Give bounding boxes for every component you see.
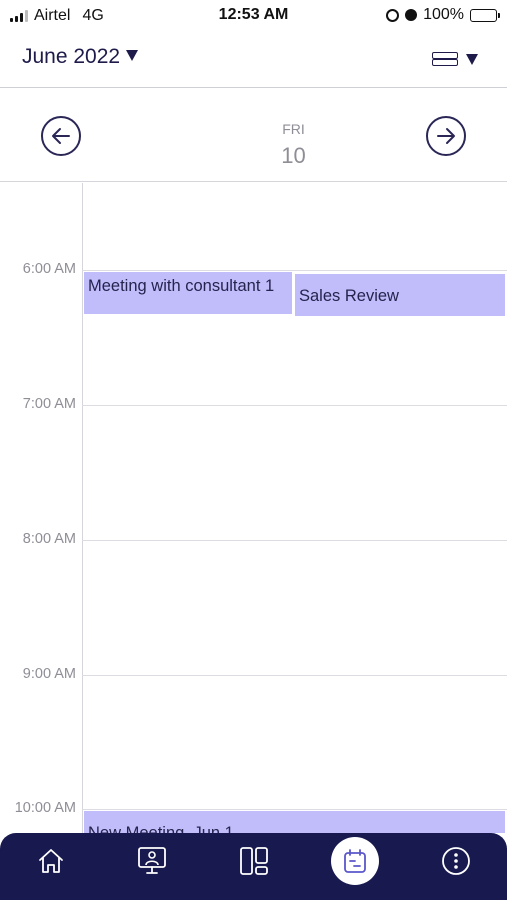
caret-down-icon[interactable] [126, 50, 138, 61]
calendar-icon [344, 849, 366, 873]
status-bar: Airtel 4G 12:53 AM 100% [0, 0, 507, 30]
caret-down-icon [466, 54, 478, 65]
hour-gridline [82, 270, 507, 271]
rotation-lock-icon [386, 8, 400, 22]
hour-row: 9:00 AM [0, 666, 507, 682]
home-icon [39, 849, 63, 873]
hour-label: 8:00 AM [22, 531, 76, 547]
more-vertical-icon [442, 847, 470, 875]
tab-home[interactable] [21, 833, 81, 889]
next-day-button[interactable] [426, 116, 466, 156]
event-block[interactable]: Sales Review [295, 274, 505, 316]
hour-row: 7:00 AM [0, 396, 507, 412]
tab-calendar[interactable] [325, 833, 385, 889]
event-block[interactable]: Meeting with consultant 1 [84, 272, 292, 314]
event-block[interactable]: New Meeting_Jun 1 [84, 811, 505, 833]
battery-percent: 100% [423, 6, 464, 23]
tab-meetings[interactable] [122, 833, 182, 889]
hour-label: 9:00 AM [22, 666, 76, 682]
hour-row: 8:00 AM [0, 531, 507, 547]
hour-row: 10:00 AM [0, 800, 507, 816]
hour-label: 10:00 AM [14, 800, 76, 816]
status-right: 100% [386, 6, 500, 24]
time-column-divider [82, 183, 83, 833]
view-toggle-button[interactable] [432, 48, 480, 72]
tab-more[interactable] [426, 833, 486, 889]
calendar-header: June 2022 [0, 30, 507, 88]
hour-gridline [82, 809, 507, 810]
bottom-tab-bar [0, 833, 507, 900]
hour-label: 6:00 AM [22, 261, 76, 277]
arrow-right-icon [437, 128, 455, 144]
list-view-icon [432, 50, 458, 68]
alarm-icon [405, 9, 418, 21]
presentation-user-icon [138, 847, 166, 874]
day-navigation: FRI 10 [0, 89, 507, 182]
tab-dashboard[interactable] [224, 833, 284, 889]
battery-icon [470, 8, 500, 22]
dashboard-icon [240, 847, 268, 875]
day-schedule[interactable]: 6:00 AM 7:00 AM 8:00 AM 9:00 AM 10:00 AM… [0, 183, 507, 833]
hour-gridline [82, 675, 507, 676]
active-tab-indicator [331, 837, 379, 885]
hour-row: 6:00 AM [0, 261, 507, 277]
hour-gridline [82, 540, 507, 541]
month-selector[interactable]: June 2022 [22, 45, 120, 69]
hour-label: 7:00 AM [22, 396, 76, 412]
hour-gridline [82, 405, 507, 406]
